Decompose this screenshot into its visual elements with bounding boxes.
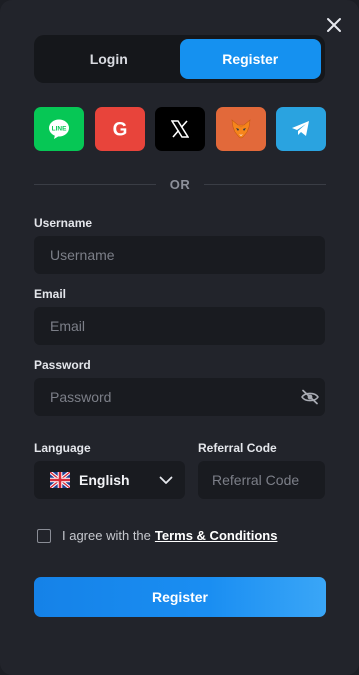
terms-checkbox[interactable] — [37, 528, 51, 543]
metamask-icon — [231, 119, 250, 139]
referral-code-label: Referral Code — [198, 441, 277, 455]
language-select[interactable]: English — [34, 461, 185, 499]
email-input[interactable] — [34, 307, 325, 345]
metamask-login-button[interactable] — [215, 107, 266, 151]
register-button[interactable]: Register — [34, 577, 326, 617]
tab-register[interactable]: Register — [179, 39, 321, 79]
svg-text:G: G — [112, 120, 127, 140]
tab-login[interactable]: Login — [38, 39, 180, 79]
social-login-row: LINE G — [34, 107, 326, 151]
email-label: Email — [34, 287, 67, 301]
telegram-login-button[interactable] — [276, 107, 326, 151]
chevron-down-icon — [159, 476, 173, 484]
line-logo-text: LINE — [52, 125, 67, 132]
language-label: Language — [34, 441, 91, 455]
or-divider: OR — [34, 176, 326, 192]
line-icon: LINE — [49, 119, 69, 139]
register-modal: Login Register LINE G OR Username Userna… — [0, 0, 359, 675]
terms-agreement: I agree with the Terms & Conditions — [37, 528, 277, 543]
divider-line-right — [204, 183, 326, 185]
eye-off-icon[interactable] — [301, 389, 319, 405]
google-login-button[interactable]: G — [94, 107, 145, 151]
language-value: English — [79, 472, 130, 488]
agree-text: I agree with the — [62, 528, 151, 543]
telegram-icon — [292, 121, 309, 136]
x-login-button[interactable] — [155, 107, 205, 151]
google-icon: G — [112, 120, 127, 140]
x-icon — [171, 120, 189, 138]
username-label: Username — [34, 216, 93, 230]
auth-tabs: Login Register — [34, 35, 325, 83]
password-label: Password — [34, 358, 91, 372]
username-input[interactable] — [34, 236, 325, 274]
divider-line-left — [34, 183, 156, 185]
referral-code-input[interactable] — [198, 461, 325, 499]
close-icon[interactable] — [325, 16, 343, 34]
uk-flag-icon — [50, 472, 70, 488]
line-login-button[interactable]: LINE — [34, 107, 84, 151]
terms-link[interactable]: Terms & Conditions — [155, 528, 278, 543]
password-input[interactable] — [34, 378, 325, 416]
divider-text: OR — [169, 176, 191, 192]
